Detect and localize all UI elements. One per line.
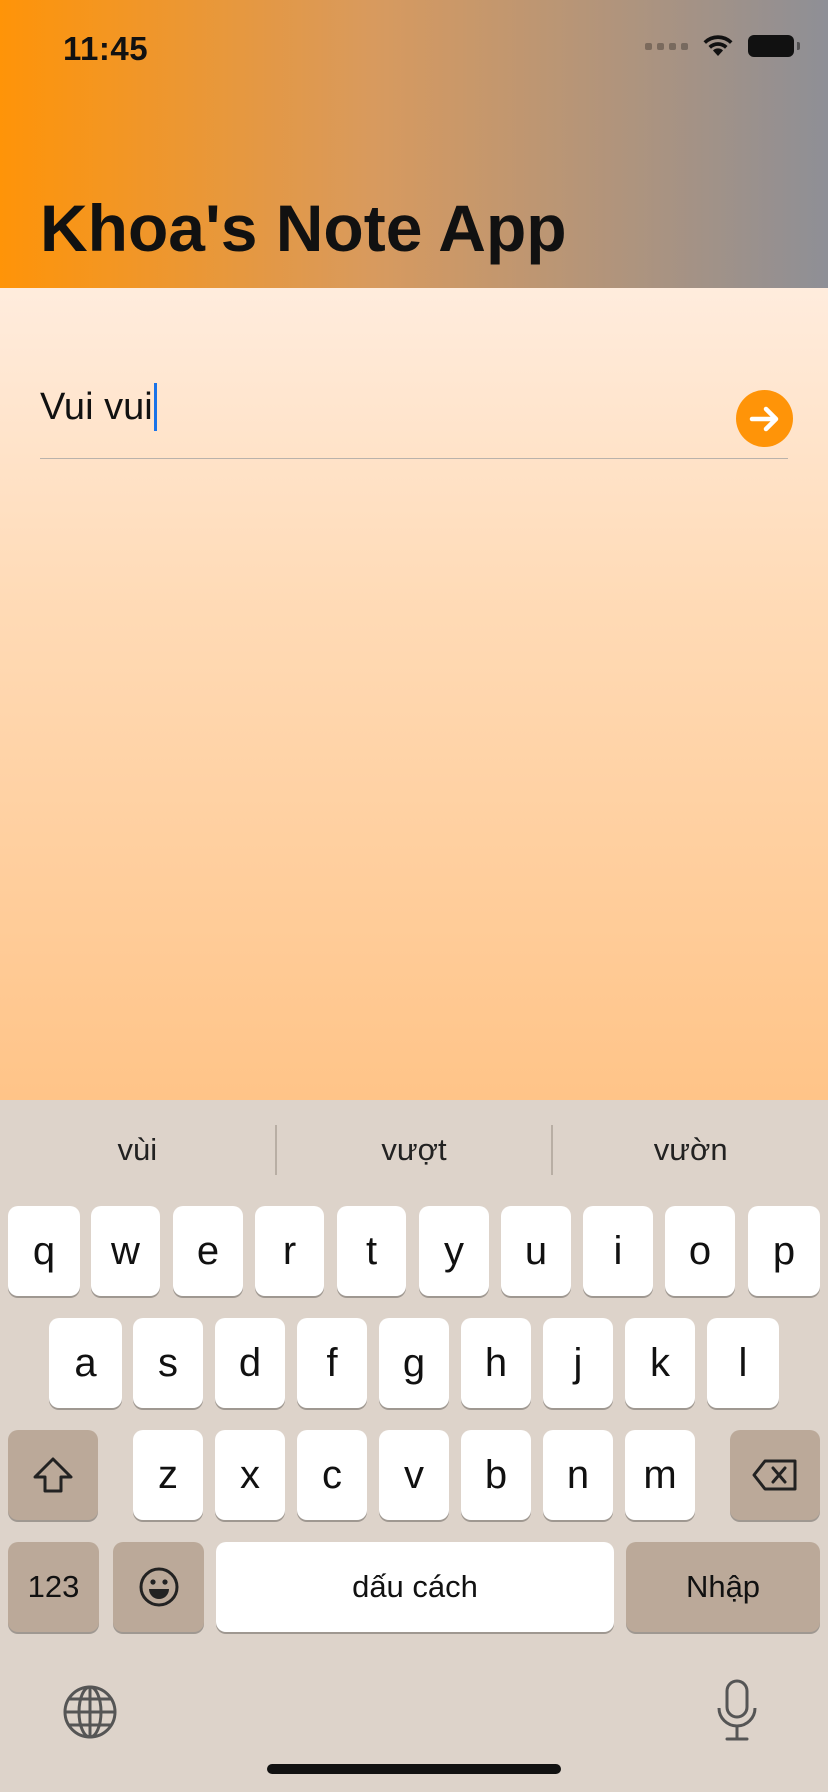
key-q[interactable]: q <box>8 1206 80 1296</box>
key-s[interactable]: s <box>133 1318 203 1408</box>
status-time: 11:45 <box>63 30 149 67</box>
globe-icon[interactable] <box>62 1684 118 1740</box>
shift-arrow-icon <box>33 1457 73 1493</box>
wifi-icon <box>703 35 733 56</box>
microphone-icon[interactable] <box>712 1678 762 1744</box>
input-divider <box>40 458 788 459</box>
key-b[interactable]: b <box>461 1430 531 1520</box>
numbers-key[interactable]: 123 <box>8 1542 99 1632</box>
note-input-value: Vui vui <box>40 385 153 428</box>
key-l[interactable]: l <box>707 1318 779 1408</box>
shift-key[interactable] <box>8 1430 98 1520</box>
key-h[interactable]: h <box>461 1318 531 1408</box>
key-i[interactable]: i <box>583 1206 653 1296</box>
suggestion-item[interactable]: vượt <box>277 1100 552 1200</box>
key-e[interactable]: e <box>173 1206 243 1296</box>
app-header: 11:45 Khoa's Note App <box>0 0 828 288</box>
suggestion-item[interactable]: vườn <box>553 1100 828 1200</box>
home-indicator[interactable] <box>267 1764 561 1774</box>
battery-icon <box>748 35 800 57</box>
submit-note-button[interactable] <box>736 390 793 447</box>
key-c[interactable]: c <box>297 1430 367 1520</box>
key-m[interactable]: m <box>625 1430 695 1520</box>
key-y[interactable]: y <box>419 1206 489 1296</box>
key-t[interactable]: t <box>337 1206 406 1296</box>
key-j[interactable]: j <box>543 1318 613 1408</box>
suggestion-item[interactable]: vùi <box>0 1100 275 1200</box>
key-u[interactable]: u <box>501 1206 571 1296</box>
key-v[interactable]: v <box>379 1430 449 1520</box>
return-key[interactable]: Nhập <box>626 1542 820 1632</box>
key-r[interactable]: r <box>255 1206 324 1296</box>
key-f[interactable]: f <box>297 1318 367 1408</box>
key-o[interactable]: o <box>665 1206 735 1296</box>
space-key[interactable]: dấu cách <box>216 1542 614 1632</box>
text-caret <box>153 383 157 431</box>
keyboard: vùi vượt vườn q w e r t y u i o p a s d … <box>0 1100 828 1792</box>
key-x[interactable]: x <box>215 1430 285 1520</box>
status-icons <box>645 34 800 58</box>
emoji-icon <box>139 1567 178 1607</box>
note-content-area: Vui vui <box>0 288 828 1100</box>
arrow-right-icon <box>749 406 778 431</box>
note-input[interactable]: Vui vui <box>40 383 700 431</box>
backspace-icon <box>752 1459 797 1491</box>
page-title: Khoa's Note App <box>40 191 567 265</box>
key-a[interactable]: a <box>49 1318 122 1408</box>
key-k[interactable]: k <box>625 1318 695 1408</box>
cellular-signal-icon <box>645 42 688 50</box>
key-z[interactable]: z <box>133 1430 203 1520</box>
key-w[interactable]: w <box>91 1206 160 1296</box>
delete-key[interactable] <box>730 1430 820 1520</box>
key-p[interactable]: p <box>748 1206 820 1296</box>
key-d[interactable]: d <box>215 1318 285 1408</box>
suggestion-bar: vùi vượt vườn <box>0 1100 828 1200</box>
emoji-key[interactable] <box>113 1542 204 1632</box>
key-n[interactable]: n <box>543 1430 613 1520</box>
key-g[interactable]: g <box>379 1318 449 1408</box>
